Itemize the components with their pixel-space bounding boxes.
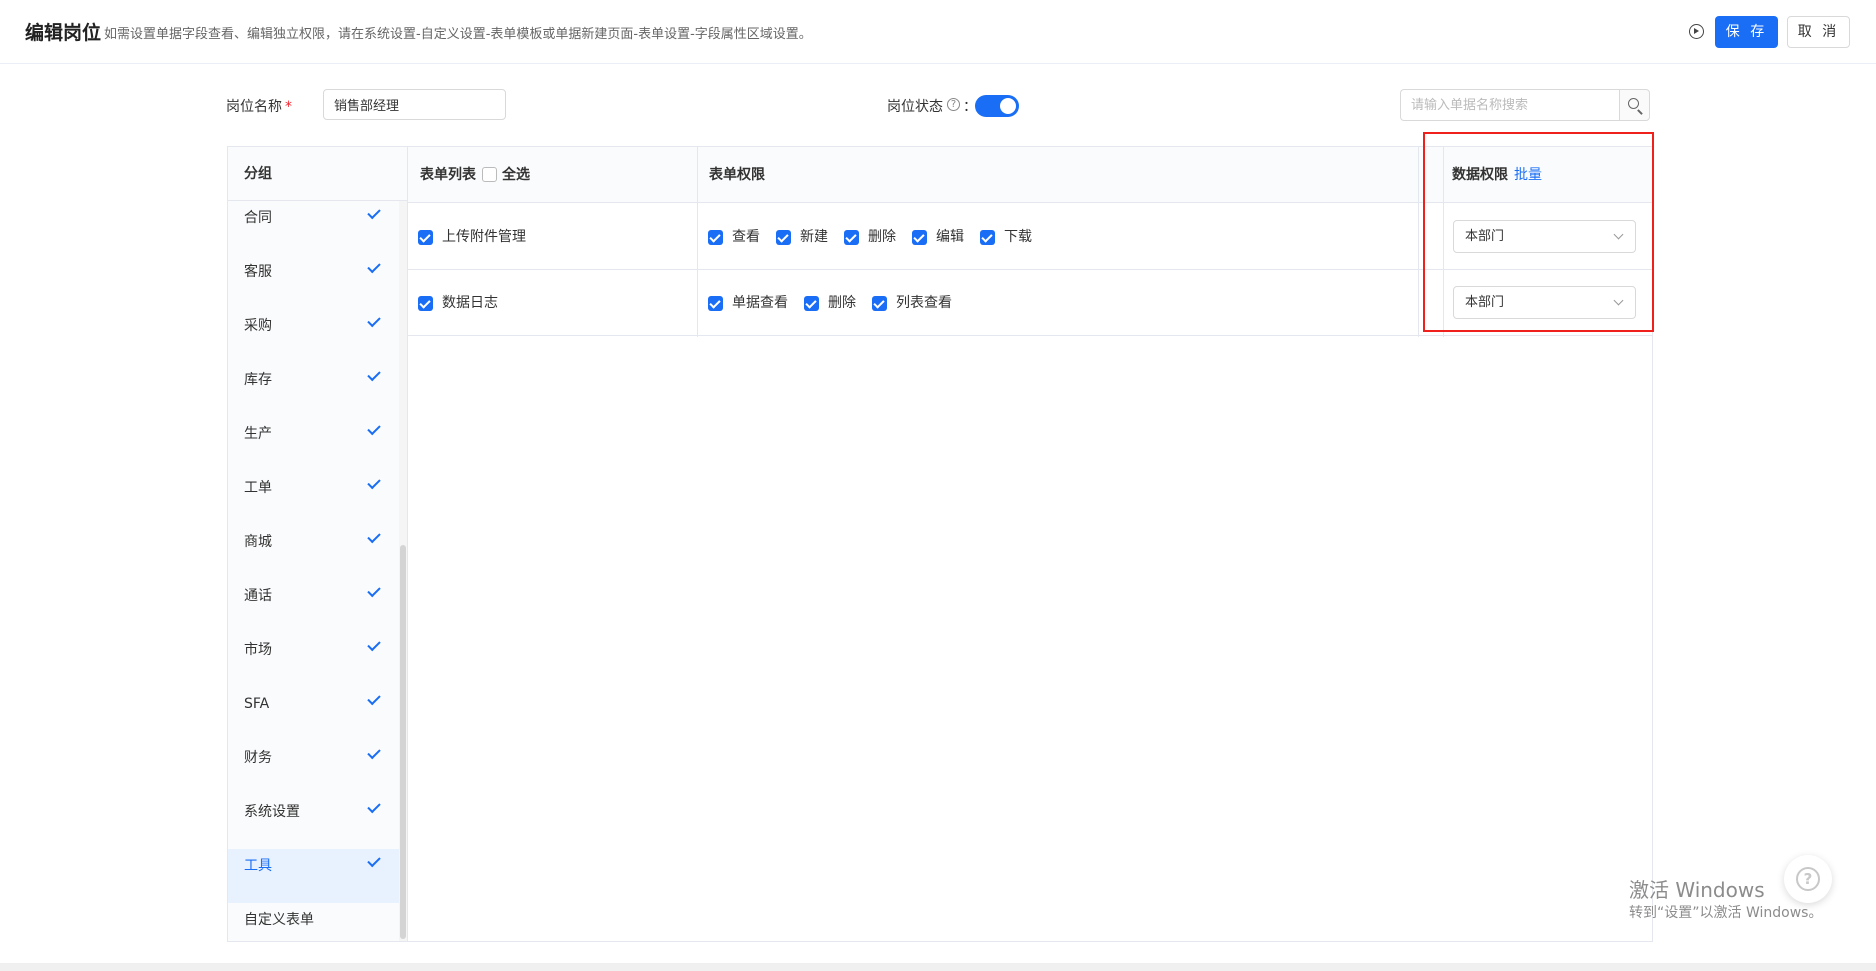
page-title: 编辑岗位 — [25, 22, 102, 44]
check-icon — [367, 259, 381, 274]
form-search-input[interactable] — [1400, 89, 1619, 121]
check-icon — [367, 583, 381, 598]
perm-checkbox[interactable] — [804, 296, 819, 311]
group-item-label: 客服 — [244, 264, 272, 280]
scrollbar-thumb[interactable] — [400, 545, 406, 939]
group-item-label: 财务 — [244, 750, 272, 766]
perm-label: 查看 — [732, 229, 760, 245]
row-checkbox[interactable] — [418, 230, 433, 245]
perm-label: 新建 — [800, 229, 828, 245]
group-scrollbar[interactable] — [399, 201, 407, 941]
group-item[interactable]: SFA — [228, 687, 407, 741]
check-icon — [367, 691, 381, 706]
group-item-label: 采购 — [244, 318, 272, 334]
group-item-label: 工具 — [244, 858, 272, 874]
perm-label: 编辑 — [936, 229, 964, 245]
check-icon — [367, 799, 381, 814]
group-item-label: 自定义表单 — [244, 912, 314, 928]
windows-activation-watermark: 激活 Windows — [1629, 878, 1765, 902]
position-name-input[interactable] — [323, 89, 506, 120]
perm-checkbox[interactable] — [872, 296, 887, 311]
group-item-label: SFA — [244, 696, 270, 712]
toggle-knob — [1000, 98, 1016, 114]
perm-checkbox[interactable] — [844, 230, 859, 245]
select-all-label: 全选 — [502, 167, 530, 183]
group-item[interactable]: 合同 — [228, 201, 407, 255]
perm-checkbox[interactable] — [708, 296, 723, 311]
group-item[interactable]: 系统设置 — [228, 795, 407, 849]
group-item[interactable]: 商城 — [228, 525, 407, 579]
group-item-label: 商城 — [244, 534, 272, 550]
select-all-checkbox[interactable] — [482, 167, 497, 182]
perm-label: 下载 — [1004, 229, 1032, 245]
group-item[interactable]: 市场 — [228, 633, 407, 687]
perm-checkbox[interactable] — [980, 230, 995, 245]
play-guide-icon[interactable] — [1689, 24, 1704, 39]
check-icon — [367, 313, 381, 328]
check-icon — [367, 475, 381, 490]
row-form-name: 数据日志 — [442, 295, 498, 311]
floating-help-button[interactable]: ? — [1784, 855, 1832, 903]
top-bar: 编辑岗位 如需设置单据字段查看、编辑独立权限，请在系统设置-自定义设置-表单模板… — [0, 0, 1876, 64]
group-item-label: 库存 — [244, 372, 272, 388]
group-item[interactable]: 客服 — [228, 255, 407, 309]
group-item-label: 工单 — [244, 480, 272, 496]
help-icon[interactable]: ? — [947, 98, 960, 111]
group-item-active[interactable]: 工具 — [228, 849, 407, 903]
bottom-edge — [0, 963, 1876, 971]
check-icon — [367, 421, 381, 436]
perm-label: 列表查看 — [896, 295, 952, 311]
check-icon — [367, 745, 381, 760]
perm-checkbox[interactable] — [708, 230, 723, 245]
perm-checkbox[interactable] — [912, 230, 927, 245]
perm-label: 删除 — [868, 229, 896, 245]
group-item[interactable]: 通话 — [228, 579, 407, 633]
check-icon — [367, 205, 381, 220]
save-button[interactable]: 保 存 — [1715, 16, 1778, 48]
page-description: 如需设置单据字段查看、编辑独立权限，请在系统设置-自定义设置-表单模板或单据新建… — [104, 27, 812, 42]
windows-activation-hint: 转到“设置”以激活 Windows。 — [1629, 905, 1823, 921]
group-item-label: 合同 — [244, 210, 272, 226]
group-item[interactable]: 生产 — [228, 417, 407, 471]
position-name-label-text: 岗位名称 — [226, 99, 282, 115]
required-mark: * — [285, 99, 292, 115]
group-item-label: 生产 — [244, 426, 272, 442]
group-list[interactable]: 合同 客服 采购 库存 生产 工单 商城 通话 市场 SFA 财务 系统设置 工… — [228, 201, 407, 941]
group-sidebar: 分组 合同 客服 采购 库存 生产 工单 商城 通话 市场 SFA 财务 系统设… — [227, 146, 408, 942]
cancel-button[interactable]: 取 消 — [1787, 16, 1850, 48]
col-header-form-list: 表单列表 — [420, 167, 476, 183]
group-item[interactable]: 库存 — [228, 363, 407, 417]
search-button[interactable] — [1619, 89, 1650, 121]
check-icon — [367, 529, 381, 544]
group-item[interactable]: 采购 — [228, 309, 407, 363]
group-item-label: 系统设置 — [244, 804, 300, 820]
col-header-form-perm: 表单权限 — [709, 167, 765, 183]
group-item-label: 通话 — [244, 588, 272, 604]
search-icon-handle — [1637, 109, 1643, 115]
row-form-name: 上传附件管理 — [442, 229, 526, 245]
search-icon — [1628, 98, 1639, 109]
check-icon — [367, 853, 381, 868]
position-name-label: 岗位名称 * — [226, 96, 292, 116]
group-item-label: 市场 — [244, 642, 272, 658]
group-header: 分组 — [228, 147, 407, 201]
perm-checkbox[interactable] — [776, 230, 791, 245]
check-icon — [367, 367, 381, 382]
perm-label: 单据查看 — [732, 295, 788, 311]
question-icon: ? — [1796, 867, 1820, 891]
position-status-toggle[interactable] — [975, 95, 1019, 117]
check-icon — [367, 637, 381, 652]
group-item[interactable]: 财务 — [228, 741, 407, 795]
row-checkbox[interactable] — [418, 296, 433, 311]
group-item[interactable]: 工单 — [228, 471, 407, 525]
highlight-annotation-box — [1423, 132, 1654, 332]
perm-label: 删除 — [828, 295, 856, 311]
group-item[interactable]: 自定义表单 — [228, 903, 407, 941]
position-status-label: 岗位状态 — [887, 99, 943, 115]
